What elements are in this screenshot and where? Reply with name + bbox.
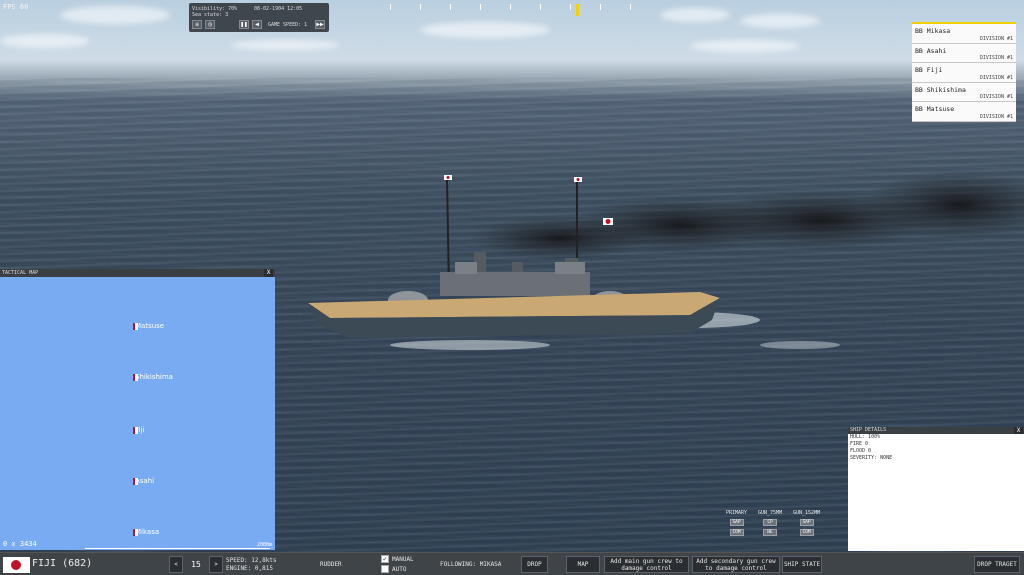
ship-name: BB Asahi <box>915 46 947 55</box>
bottom-control-bar: FIJI (682) < 15 > SPEED: 12,8kts ENGINE:… <box>0 552 1024 575</box>
rudder-label: RUDDER <box>320 561 342 568</box>
map-scale: 2000m <box>256 542 272 548</box>
datetime-text: 08-02-1904 12:05 <box>254 6 303 12</box>
ship-details-titlebar: SHIP DETAILS X <box>848 427 1024 434</box>
map-scale-line <box>85 548 270 549</box>
map-ship-label: Matsuse <box>135 322 165 330</box>
fps-counter: FPS 60 <box>3 3 29 11</box>
close-icon[interactable]: X <box>1014 427 1023 434</box>
ship-list-item[interactable]: BB Mikasa DIVISION #1 <box>912 24 1016 44</box>
speed-increase-button[interactable]: > <box>209 556 223 573</box>
gun-label: GUN_75MM <box>758 510 783 516</box>
clock-icon[interactable]: ◷ <box>205 20 215 29</box>
gun-group-152mm: GUN_152MM SAP COM <box>793 510 820 536</box>
map-ship-label: Shikishima <box>135 373 173 381</box>
pause-icon[interactable]: ❚❚ <box>239 20 249 29</box>
slow-down-icon[interactable]: ◀ <box>252 20 262 29</box>
ship-division: DIVISION #1 <box>979 55 1013 62</box>
hull-status: HULL: 100% <box>850 434 881 440</box>
ship-details-window: SHIP DETAILS X HULL: 100% FIRE 0 FLOOD 0… <box>848 427 1024 551</box>
add-secondary-gun-crew-button[interactable]: Add secondary gun crew to damage control <box>692 556 780 573</box>
tactical-map-title: TACTICAL MAP <box>2 270 39 276</box>
drop-button[interactable]: DROP <box>521 556 548 573</box>
speed-readout: SPEED: 12,8kts <box>226 557 277 564</box>
ship-list-item[interactable]: BB Fiji DIVISION #1 <box>912 63 1016 83</box>
manual-label: MANUAL <box>392 556 414 563</box>
ammo-button[interactable]: CP <box>763 519 778 526</box>
ship-details-title: SHIP DETAILS <box>850 427 887 433</box>
ship-division: DIVISION #1 <box>979 35 1013 42</box>
sea-state-text: Sea state: 3 <box>192 12 229 18</box>
flood-status: FLOOD 0 <box>850 448 872 454</box>
drop-target-button[interactable]: DROP TRAGET <box>974 556 1020 573</box>
ship-division: DIVISION #1 <box>979 113 1013 120</box>
following-label: FOLLOWING: MIKASA <box>440 561 502 568</box>
manual-checkbox[interactable]: ✓ <box>381 555 389 563</box>
time-control-panel: Visibility: 70% Sea state: 3 08-02-1904 … <box>189 3 329 32</box>
gun-group-75mm: GUN_75MM CP HE <box>758 510 782 536</box>
selected-ship-title: FIJI (682) <box>32 558 93 569</box>
ship-name: BB Fiji <box>915 66 943 75</box>
ship-list-item[interactable]: BB Matsuse DIVISION #1 <box>912 102 1016 122</box>
gun-label: GUN_152MM <box>793 510 821 516</box>
map-ship-marker[interactable]: Asahi <box>133 477 154 485</box>
map-ship-label: Asahi <box>135 477 155 485</box>
heading-marker-icon <box>576 4 579 16</box>
close-icon[interactable]: X <box>264 269 273 277</box>
fire-mode-button[interactable]: COM <box>729 529 744 536</box>
map-ship-label: Fiji <box>135 426 145 434</box>
add-main-gun-crew-button[interactable]: Add main gun crew to damage control <box>604 556 689 573</box>
speed-decrease-button[interactable]: < <box>169 556 183 573</box>
ship-list: BB Mikasa DIVISION #1 BB Asahi DIVISION … <box>912 22 1016 122</box>
gun-label: PRIMARY <box>726 510 748 516</box>
fire-mode-button[interactable]: COM <box>799 529 814 536</box>
ammo-button[interactable]: SAP <box>729 519 744 526</box>
ship-name: BB Mikasa <box>915 27 951 35</box>
map-ship-marker[interactable]: Mikasa <box>133 528 159 536</box>
map-ship-label: Mikasa <box>135 528 160 536</box>
tactical-map[interactable]: Matsuse Shikishima Fiji Asahi Mikasa 0 x… <box>0 277 275 550</box>
ship-division: DIVISION #1 <box>979 94 1013 101</box>
engine-readout: ENGINE: 0,815 <box>226 565 273 572</box>
map-button[interactable]: MAP <box>566 556 600 573</box>
rising-sun-flag-icon <box>3 557 30 573</box>
compass-strip <box>380 4 640 16</box>
ship-state-button[interactable]: SHIP STATE <box>782 556 822 573</box>
map-ship-marker[interactable]: Fiji <box>133 426 144 434</box>
ammo-button[interactable]: SAP <box>799 519 814 526</box>
auto-checkbox[interactable] <box>381 565 389 573</box>
gun-controls: PRIMARY SAP COM GUN_75MM CP HE GUN_152MM… <box>726 510 826 542</box>
fire-status: FIRE 0 <box>850 441 869 447</box>
fire-mode-button[interactable]: HE <box>763 529 778 536</box>
menu-icon[interactable]: ≡ <box>192 20 202 29</box>
tactical-map-window: TACTICAL MAP X Matsuse Shikishima Fiji A… <box>0 269 275 550</box>
ship-name: BB Matsuse <box>915 105 955 114</box>
ship-division: DIVISION #1 <box>979 74 1013 81</box>
ship-list-item[interactable]: BB Asahi DIVISION #1 <box>912 43 1016 64</box>
tactical-map-titlebar: TACTICAL MAP X <box>0 269 275 277</box>
speed-setting: 15 <box>191 560 201 569</box>
map-coordinates: 0 x 3434 <box>3 540 37 548</box>
map-ship-marker[interactable]: Matsuse <box>133 322 164 330</box>
ship-name: BB Shikishima <box>915 85 966 94</box>
severity-status: SEVERITY: NONE <box>850 455 893 461</box>
game-speed-text: GAME SPEED: 1 <box>268 22 308 28</box>
gun-group-primary: PRIMARY SAP COM <box>726 510 747 536</box>
fast-forward-icon[interactable]: ▶▶ <box>315 20 325 29</box>
ship-list-item[interactable]: BB Shikishima DIVISION #1 <box>912 82 1016 103</box>
auto-label: AUTO <box>392 566 407 573</box>
map-ship-marker[interactable]: Shikishima <box>133 373 173 381</box>
